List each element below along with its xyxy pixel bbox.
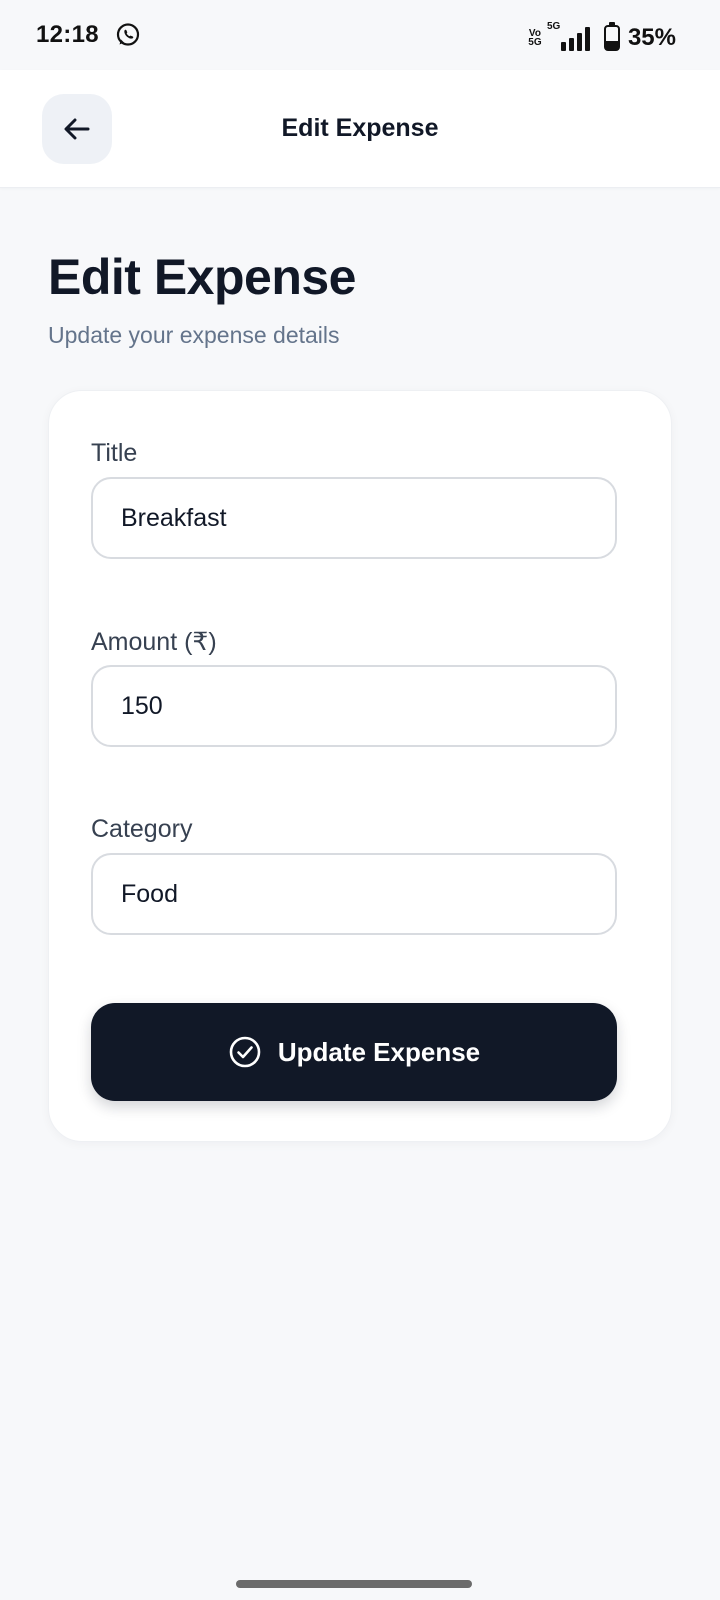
- network-type-label: 5G: [546, 21, 561, 32]
- edit-expense-screen: 12:18 Vo 5G 5G 35% Edit Expense Edit Exp…: [0, 0, 720, 1600]
- update-expense-button[interactable]: Update Expense: [91, 1003, 617, 1101]
- signal-strength-icon: 5G: [547, 21, 590, 51]
- status-icons: Vo 5G 5G 35%: [527, 21, 676, 52]
- app-bar-title: Edit Expense: [281, 114, 439, 142]
- status-bar: 12:18 Vo 5G 5G 35%: [0, 0, 720, 70]
- title-label: Title: [91, 439, 138, 467]
- check-circle-icon: [228, 1035, 262, 1069]
- update-expense-label: Update Expense: [277, 1036, 481, 1067]
- status-time: 12:18: [36, 21, 99, 48]
- page-subtitle: Update your expense details: [48, 322, 340, 348]
- volte-indicator: Vo 5G: [528, 28, 542, 48]
- app-bar: Edit Expense: [0, 70, 720, 188]
- page-title: Edit Expense: [48, 249, 357, 305]
- amount-label: Amount (₹): [91, 628, 217, 656]
- amount-input[interactable]: [91, 665, 617, 747]
- category-input[interactable]: [91, 853, 617, 935]
- expense-form-card: Title Amount (₹) Category Update Expense: [48, 390, 672, 1142]
- battery-percent: 35%: [627, 24, 676, 51]
- category-label: Category: [91, 815, 193, 843]
- home-indicator[interactable]: [236, 1580, 472, 1588]
- whatsapp-icon: [115, 22, 141, 48]
- title-input[interactable]: [91, 477, 617, 559]
- battery-icon: [603, 22, 620, 51]
